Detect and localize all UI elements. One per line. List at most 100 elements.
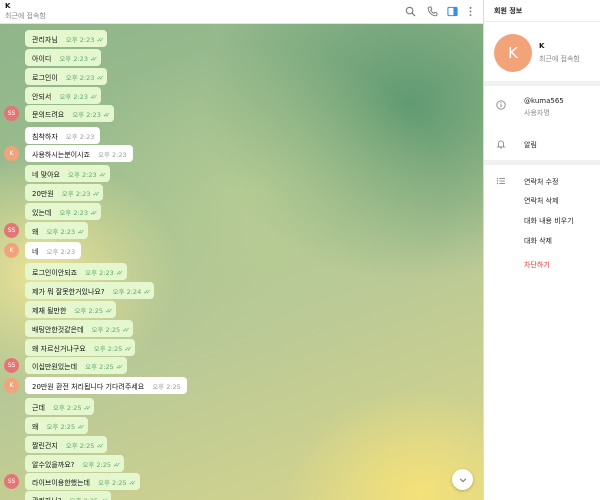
message-time: 오후 2:25 xyxy=(93,345,123,353)
outgoing-message[interactable]: 20만원 오후 2:23 ✓✓ xyxy=(25,184,104,201)
message-text: 20만원 xyxy=(32,190,54,198)
read-check-icon: ✓✓ xyxy=(96,442,104,450)
message-time: 오후 2:25 xyxy=(85,363,114,371)
outgoing-message[interactable]: 안되서 오후 2:23 ✓✓ xyxy=(25,87,101,104)
avatar[interactable]: K xyxy=(494,34,532,72)
block-user-button[interactable]: 차단하기 xyxy=(524,260,550,270)
message-time: 오후 2:23 xyxy=(61,190,91,198)
read-check-icon: ✓✓ xyxy=(128,479,137,487)
read-check-icon: ✓✓ xyxy=(122,326,130,334)
outgoing-message[interactable]: 관리자님 오후 2:23 ✓✓ xyxy=(25,30,108,47)
incoming-message[interactable]: 20만원 환전 처리됩니다 기다려주세요 오후 2:25 xyxy=(25,377,187,394)
outgoing-message[interactable]: 있는데 오후 2:23 ✓✓ xyxy=(25,203,101,220)
outgoing-message[interactable]: 문의드려요 오후 2:23 ✓✓ xyxy=(25,105,114,122)
message-text: 사용하시는분이시죠 xyxy=(32,151,90,159)
phone-icon[interactable] xyxy=(426,5,438,17)
delete-contact-button[interactable]: 연락처 삭제 xyxy=(524,196,558,206)
read-check-icon: ✓✓ xyxy=(83,404,92,412)
incoming-message[interactable]: 네 오후 2:23 xyxy=(25,242,82,259)
clear-history-button[interactable]: 대화 내용 비우기 xyxy=(524,216,574,226)
message-text: 관리자님 xyxy=(32,36,58,44)
message-time: 오후 2:23 xyxy=(65,36,95,44)
more-vertical-icon[interactable] xyxy=(464,5,476,17)
chat-header[interactable]: K 최근에 접속함 xyxy=(0,0,483,24)
outgoing-message[interactable]: 로그인이 오후 2:23 ✓✓ xyxy=(25,68,108,85)
message-time: 오후 2:23 xyxy=(46,228,76,236)
message-text: 네 맞아요 xyxy=(32,171,60,179)
profile-status: 최근에 접속함 xyxy=(539,55,580,63)
username-label: 사용자명 xyxy=(524,109,550,117)
outgoing-message[interactable]: 제재 될만한 오후 2:25 ✓✓ xyxy=(25,301,116,318)
outgoing-message[interactable]: 제가 뭐 잘못한거있나요? 오후 2:24 ✓✓ xyxy=(25,282,155,299)
read-check-icon: ✓✓ xyxy=(115,269,124,277)
avatar[interactable]: K xyxy=(4,146,19,161)
outgoing-message[interactable]: 로그인이안되죠 오후 2:23 ✓✓ xyxy=(25,263,127,280)
user-info-panel: 회원 정보 K K 최근에 접속함 @kuma565 사용자명 알림 연락처 수… xyxy=(483,0,600,500)
outgoing-message[interactable]: 관리자님?오후 2:25✓✓ xyxy=(25,491,112,500)
read-check-icon: ✓✓ xyxy=(92,190,100,198)
chat-title[interactable]: K xyxy=(5,2,10,10)
outgoing-message[interactable]: 라이브이용한했는데 오후 2:25 ✓✓ xyxy=(25,473,140,490)
outgoing-message[interactable]: 이십만원있는데 오후 2:25 ✓✓ xyxy=(25,357,127,374)
avatar[interactable]: SS xyxy=(4,358,19,373)
read-check-icon: ✓✓ xyxy=(143,288,151,296)
outgoing-message[interactable]: 근데 오후 2:25 ✓✓ xyxy=(25,398,95,415)
message-time: 오후 2:25 xyxy=(46,423,76,431)
message-time: 오후 2:25 xyxy=(65,442,95,450)
outgoing-message[interactable]: 배팅안한것같은데 오후 2:25 ✓✓ xyxy=(25,320,134,337)
message-time: 오후 2:25 xyxy=(74,307,104,315)
avatar[interactable]: SS xyxy=(4,474,19,489)
message-text: 있는데 xyxy=(32,209,52,217)
divider xyxy=(484,160,600,165)
chat-pane: K 최근에 접속함 관리자님 오후 2:23 ✓✓ 아이디 오후 2:23 ✓✓ 로그인이 오… xyxy=(0,0,483,500)
search-icon[interactable] xyxy=(404,5,416,17)
avatar[interactable]: SS xyxy=(4,223,19,238)
message-time: 오후 2:23 xyxy=(46,248,76,256)
info-icon xyxy=(496,100,506,110)
outgoing-message[interactable]: 네 맞아요 오후 2:23 ✓✓ xyxy=(25,165,110,182)
outgoing-message[interactable]: 알수있을까요? 오후 2:25 ✓✓ xyxy=(25,455,124,472)
message-text: 왜 자르신거냐구요 xyxy=(32,345,86,353)
scroll-down-button[interactable] xyxy=(452,469,473,490)
sidebar-toggle-icon[interactable] xyxy=(446,5,458,17)
username-value[interactable]: @kuma565 xyxy=(524,97,564,105)
incoming-message[interactable]: 침착하자 오후 2:23 xyxy=(25,127,101,144)
message-time: 오후 2:23 xyxy=(65,74,95,82)
read-check-icon: ✓✓ xyxy=(105,307,113,315)
panel-title: 회원 정보 xyxy=(494,7,523,15)
edit-contact-button[interactable]: 연락처 수정 xyxy=(524,177,558,187)
message-time: 오후 2:25 xyxy=(97,479,127,487)
divider xyxy=(484,21,600,22)
message-time: 오후 2:23 xyxy=(65,133,95,141)
message-time: 오후 2:23 xyxy=(59,55,88,63)
message-text: 근데 xyxy=(32,404,45,412)
read-check-icon: ✓✓ xyxy=(96,36,104,44)
incoming-message[interactable]: 사용하시는분이시죠 오후 2:23 xyxy=(25,145,133,162)
read-check-icon: ✓✓ xyxy=(89,209,98,217)
outgoing-message[interactable]: 왜 오후 2:23 ✓✓ xyxy=(25,222,88,239)
message-text: 왜 xyxy=(32,228,39,236)
message-time: 오후 2:24 xyxy=(112,288,142,296)
read-check-icon: ✓✓ xyxy=(89,55,98,63)
message-time: 오후 2:23 xyxy=(97,151,127,159)
message-text: 침착하자 xyxy=(32,133,58,141)
message-text: 알수있을까요? xyxy=(32,461,75,469)
read-check-icon: ✓✓ xyxy=(77,423,85,431)
message-time: 오후 2:23 xyxy=(59,93,88,101)
chat-status: 최근에 접속함 xyxy=(5,12,46,20)
outgoing-message[interactable]: 왜 오후 2:25 ✓✓ xyxy=(25,417,88,434)
message-text: 로그인이안되죠 xyxy=(32,269,78,277)
avatar[interactable]: SS xyxy=(4,106,19,121)
outgoing-message[interactable]: 아이디 오후 2:23 ✓✓ xyxy=(25,49,101,66)
message-text: 배팅안한것같은데 xyxy=(32,326,84,334)
message-text: 문의드려요 xyxy=(32,111,65,119)
avatar[interactable]: K xyxy=(4,378,19,393)
notifications-label[interactable]: 알림 xyxy=(524,140,537,150)
avatar[interactable]: K xyxy=(4,243,19,258)
outgoing-message[interactable]: 짤린건지 오후 2:25 ✓✓ xyxy=(25,436,108,453)
message-text: 제가 뭐 잘못한거있나요? xyxy=(32,288,105,296)
delete-chat-button[interactable]: 대화 삭제 xyxy=(524,236,552,246)
read-check-icon: ✓✓ xyxy=(115,363,124,371)
message-time: 오후 2:25 xyxy=(91,326,121,334)
outgoing-message[interactable]: 왜 자르신거냐구요 오후 2:25 ✓✓ xyxy=(25,339,136,356)
